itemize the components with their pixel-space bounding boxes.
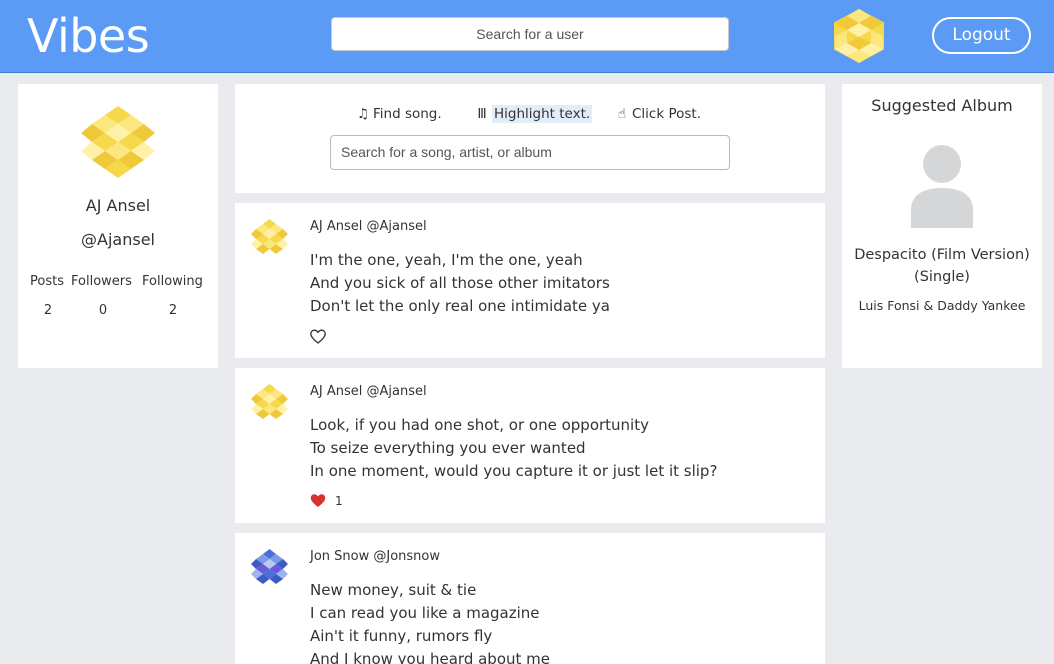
- lyric-line: To seize everything you ever wanted: [310, 439, 586, 457]
- heart-icon[interactable]: [310, 329, 326, 345]
- logout-button[interactable]: Logout: [932, 17, 1031, 54]
- suggested-album-card: Suggested Album Despacito (Film Version)…: [842, 84, 1042, 368]
- profile-avatar[interactable]: [81, 106, 155, 178]
- post-author[interactable]: AJ Ansel @Ajansel: [310, 384, 427, 399]
- brand-logo[interactable]: Vibes: [27, 9, 150, 63]
- stat-posts-value: 2: [43, 303, 53, 318]
- lyric-line: I can read you like a magazine: [310, 604, 540, 622]
- album-artist: Luis Fonsi & Daddy Yankee: [858, 298, 1026, 313]
- heart-icon[interactable]: [310, 493, 326, 509]
- lyric-line: In one moment, would you capture it or j…: [310, 462, 718, 480]
- post-author[interactable]: AJ Ansel @Ajansel: [310, 219, 427, 234]
- lyric-line: And I know you heard about me: [310, 650, 550, 664]
- compose-card: ♫ Find song. Ⅲ Highlight text. ☝ Click Post…: [235, 84, 825, 193]
- stat-following-value: 2: [168, 303, 178, 318]
- post-avatar[interactable]: [251, 219, 288, 256]
- stat-posts-label: Posts: [30, 274, 64, 289]
- profile-name: AJ Ansel: [85, 196, 151, 215]
- lyric-line: Ain't it funny, rumors fly: [310, 627, 493, 645]
- post-card: AJ Ansel @Ajansel Look, if you had one s…: [235, 368, 825, 523]
- top-navbar: Vibes Search for a user Logout: [0, 0, 1054, 73]
- stat-followers-value: 0: [98, 303, 108, 318]
- hint-click-post: ☝ Click Post.: [615, 106, 701, 122]
- stat-following-label[interactable]: Following: [142, 274, 203, 289]
- post-avatar[interactable]: [251, 384, 288, 421]
- text-cursor-icon: Ⅲ: [477, 106, 487, 122]
- lyric-line: New money, suit & tie: [310, 581, 477, 599]
- user-search-input[interactable]: Search for a user: [331, 17, 729, 51]
- suggested-album-heading: Suggested Album: [871, 96, 1013, 115]
- post-card: Jon Snow @Jonsnow New money, suit & tie …: [235, 533, 825, 664]
- lyric-line: And you sick of all those other imitator…: [310, 274, 610, 292]
- post-author[interactable]: Jon Snow @Jonsnow: [310, 549, 440, 564]
- song-search-input[interactable]: Search for a song, artist, or album: [330, 135, 730, 170]
- header-avatar[interactable]: [834, 9, 884, 63]
- pointer-hand-icon: ☝: [617, 106, 627, 122]
- profile-card: AJ Ansel @Ajansel Posts Followers Follow…: [18, 84, 218, 368]
- music-note-icon: ♫: [356, 106, 370, 122]
- post-avatar[interactable]: [251, 549, 288, 586]
- hint-find-song: ♫ Find song.: [356, 106, 442, 122]
- lyric-line: Don't let the only real one intimidate y…: [310, 297, 610, 315]
- post-card: AJ Ansel @Ajansel I'm the one, yeah, I'm…: [235, 203, 825, 358]
- album-name[interactable]: Despacito (Film Version) (Single): [842, 244, 1042, 288]
- hint-highlight-text: Ⅲ Highlight text.: [475, 105, 593, 123]
- profile-handle: @Ajansel: [81, 230, 155, 249]
- stat-followers-label[interactable]: Followers: [71, 274, 132, 289]
- person-placeholder-icon[interactable]: [909, 144, 975, 228]
- lyric-line: Look, if you had one shot, or one opport…: [310, 416, 649, 434]
- lyric-line: I'm the one, yeah, I'm the one, yeah: [310, 251, 583, 269]
- like-count: 1: [335, 494, 343, 508]
